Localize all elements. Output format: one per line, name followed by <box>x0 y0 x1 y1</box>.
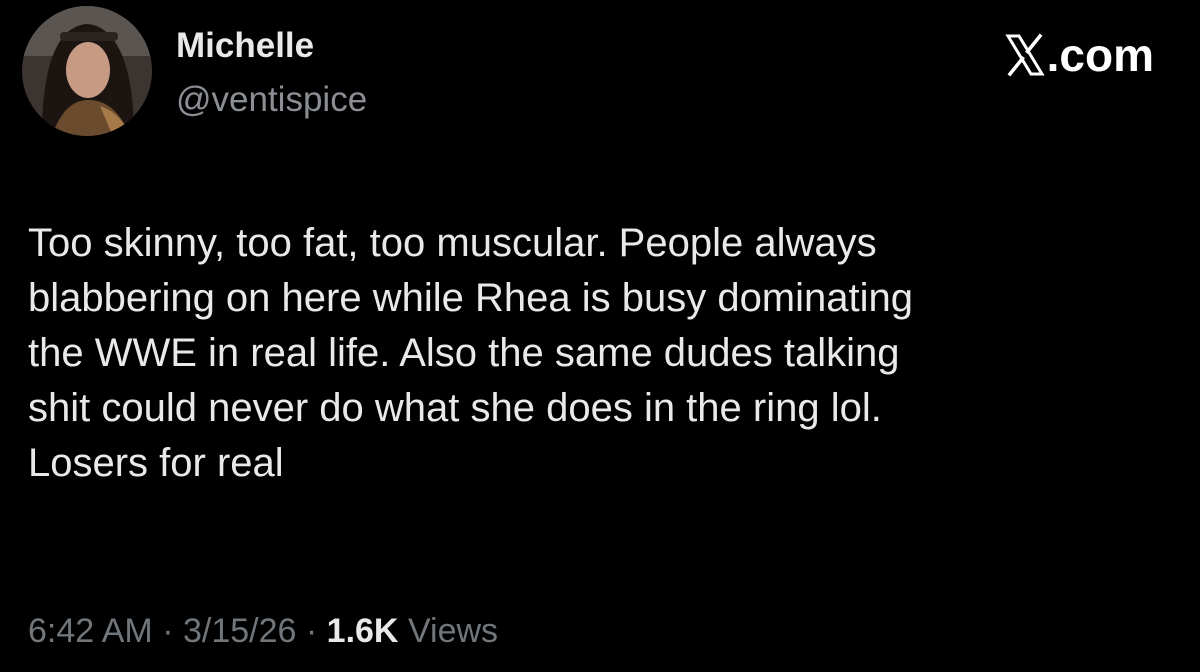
tweet-body: Too skinny, too fat, too muscular. Peopl… <box>28 216 1158 491</box>
tweet-line: Losers for real <box>28 441 284 485</box>
author-display-name[interactable]: Michelle <box>176 26 314 66</box>
views-count: 1.6K <box>326 612 399 650</box>
tweet-line: the WWE in real life. Also the same dude… <box>28 331 900 375</box>
x-logo-icon <box>1004 33 1045 77</box>
avatar-photo <box>22 6 152 136</box>
author-handle[interactable]: @ventispice <box>176 80 367 120</box>
meta-separator: · <box>162 612 174 650</box>
tweet-line: shit could never do what she does in the… <box>28 386 882 430</box>
tweet-meta: 6:42 AM · 3/15/26 · 1.6K Views <box>28 612 498 651</box>
views-label: Views <box>407 612 499 650</box>
brand-suffix: .com <box>1046 29 1154 81</box>
avatar[interactable] <box>22 6 152 136</box>
tweet-line: blabbering on here while Rhea is busy do… <box>28 276 913 320</box>
meta-separator: · <box>305 612 318 650</box>
tweet-date[interactable]: 3/15/26 <box>183 612 296 650</box>
tweet-card: Michelle @ventispice .com Too skinny, to… <box>0 0 1200 672</box>
tweet-line: Too skinny, too fat, too muscular. Peopl… <box>28 221 877 265</box>
tweet-time[interactable]: 6:42 AM <box>28 612 153 650</box>
site-brand: .com <box>1004 28 1154 82</box>
